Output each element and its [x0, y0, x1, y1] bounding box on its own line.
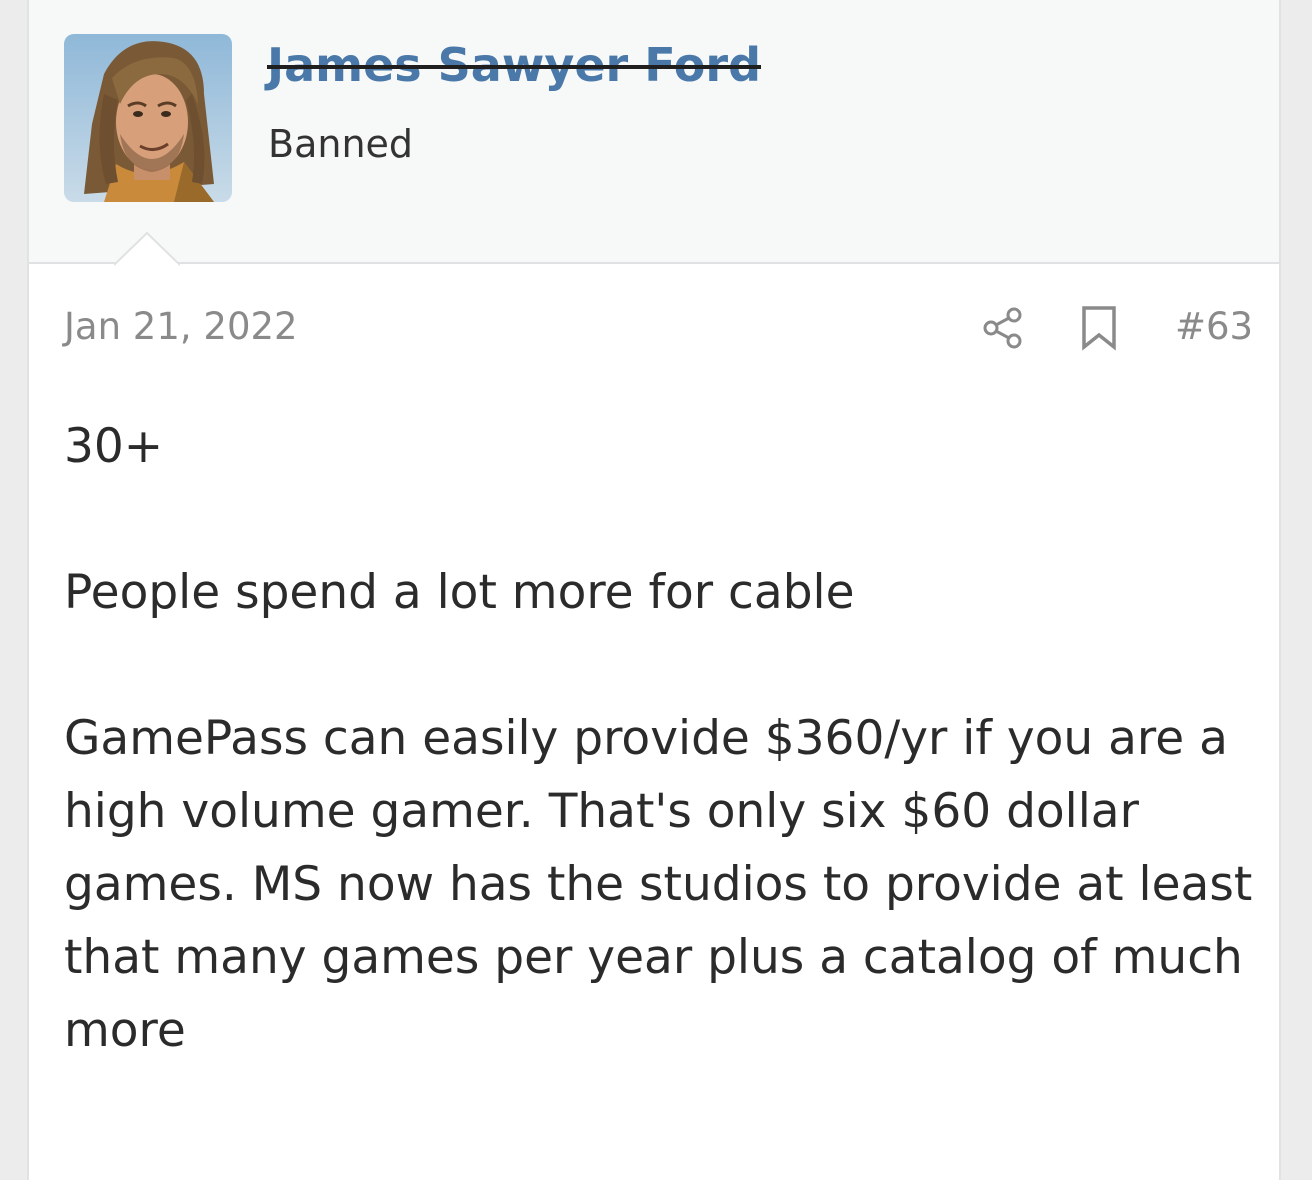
user-title: Banned: [268, 122, 414, 166]
forum-post: James Sawyer Ford Banned Jan 21, 2022 #6…: [27, 0, 1281, 1180]
post-paragraph: People spend a lot more for cable: [64, 565, 855, 620]
avatar-photo: [64, 34, 232, 202]
user-header: James Sawyer Ford Banned: [29, 0, 1279, 267]
share-icon[interactable]: [981, 306, 1025, 350]
post-number-link[interactable]: #63: [1175, 305, 1253, 348]
username-link[interactable]: James Sawyer Ford: [267, 38, 761, 92]
post-paragraph: GamePass can easily provide $360/yr if y…: [64, 711, 1253, 1058]
avatar[interactable]: [64, 34, 232, 202]
post-paragraph: 30+: [64, 419, 164, 474]
bookmark-icon[interactable]: [1079, 305, 1119, 351]
post-body: 30+ People spend a lot more for cable Ga…: [64, 410, 1254, 1140]
post-date[interactable]: Jan 21, 2022: [64, 305, 298, 348]
